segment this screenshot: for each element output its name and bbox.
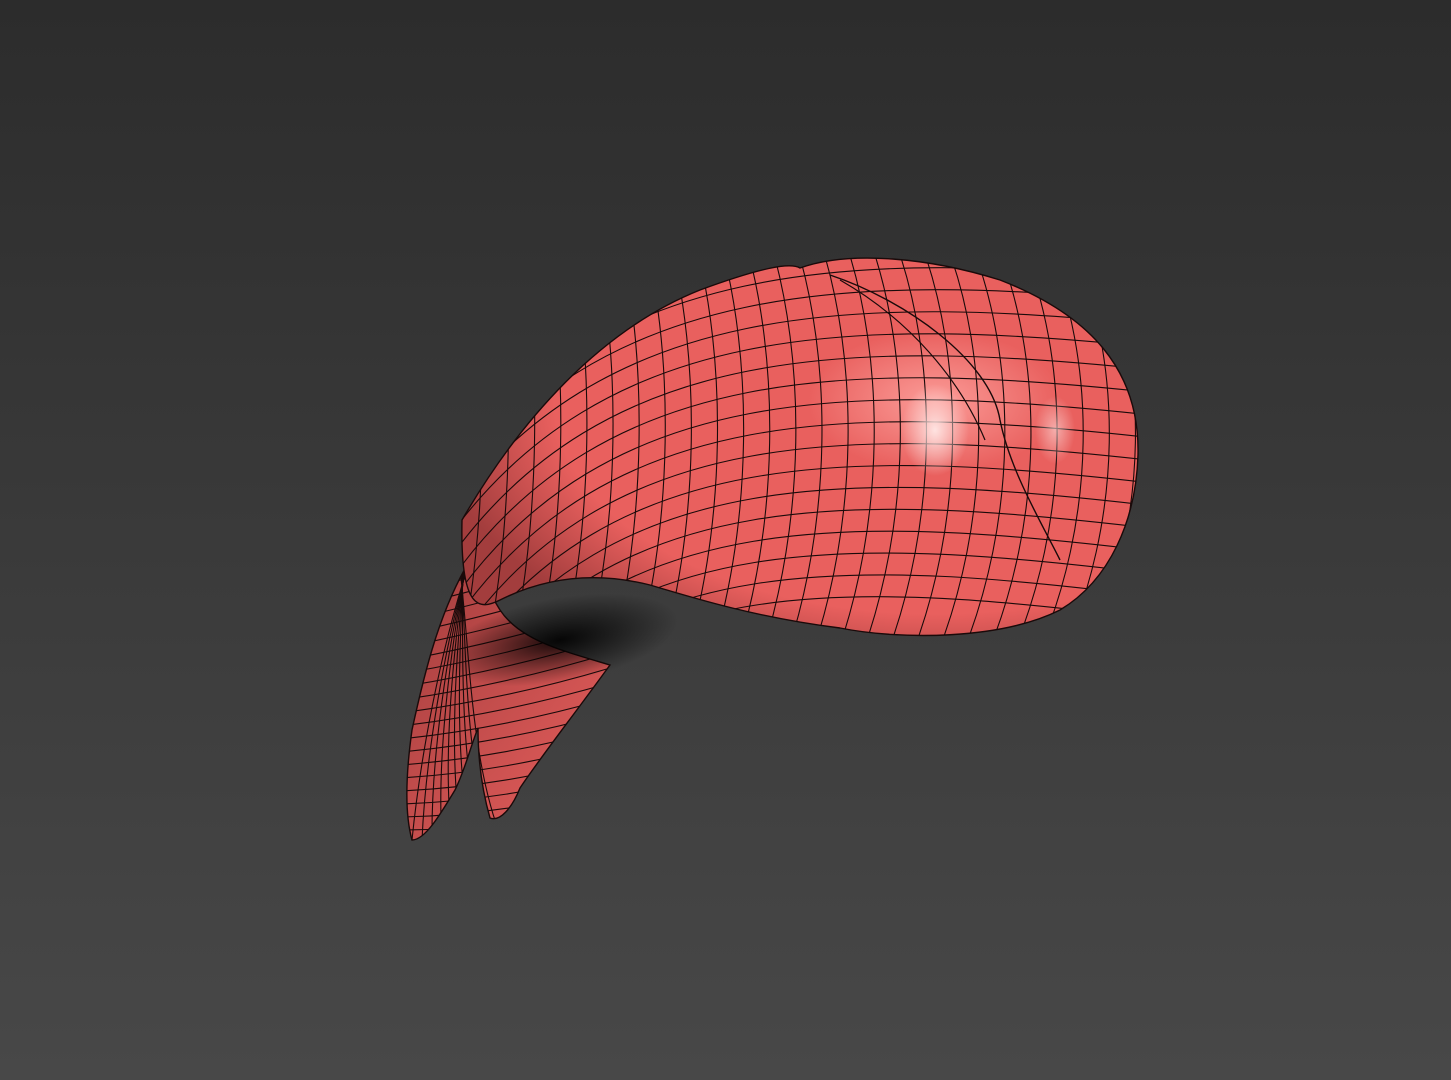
specular-highlight [901, 384, 969, 476]
mesh-edge [1134, 258, 1139, 636]
3d-viewport[interactable] [0, 0, 1451, 1080]
viewport-scene [400, 240, 1188, 843]
hair-mesh[interactable] [400, 240, 1188, 843]
specular-highlight-2 [1035, 396, 1075, 464]
